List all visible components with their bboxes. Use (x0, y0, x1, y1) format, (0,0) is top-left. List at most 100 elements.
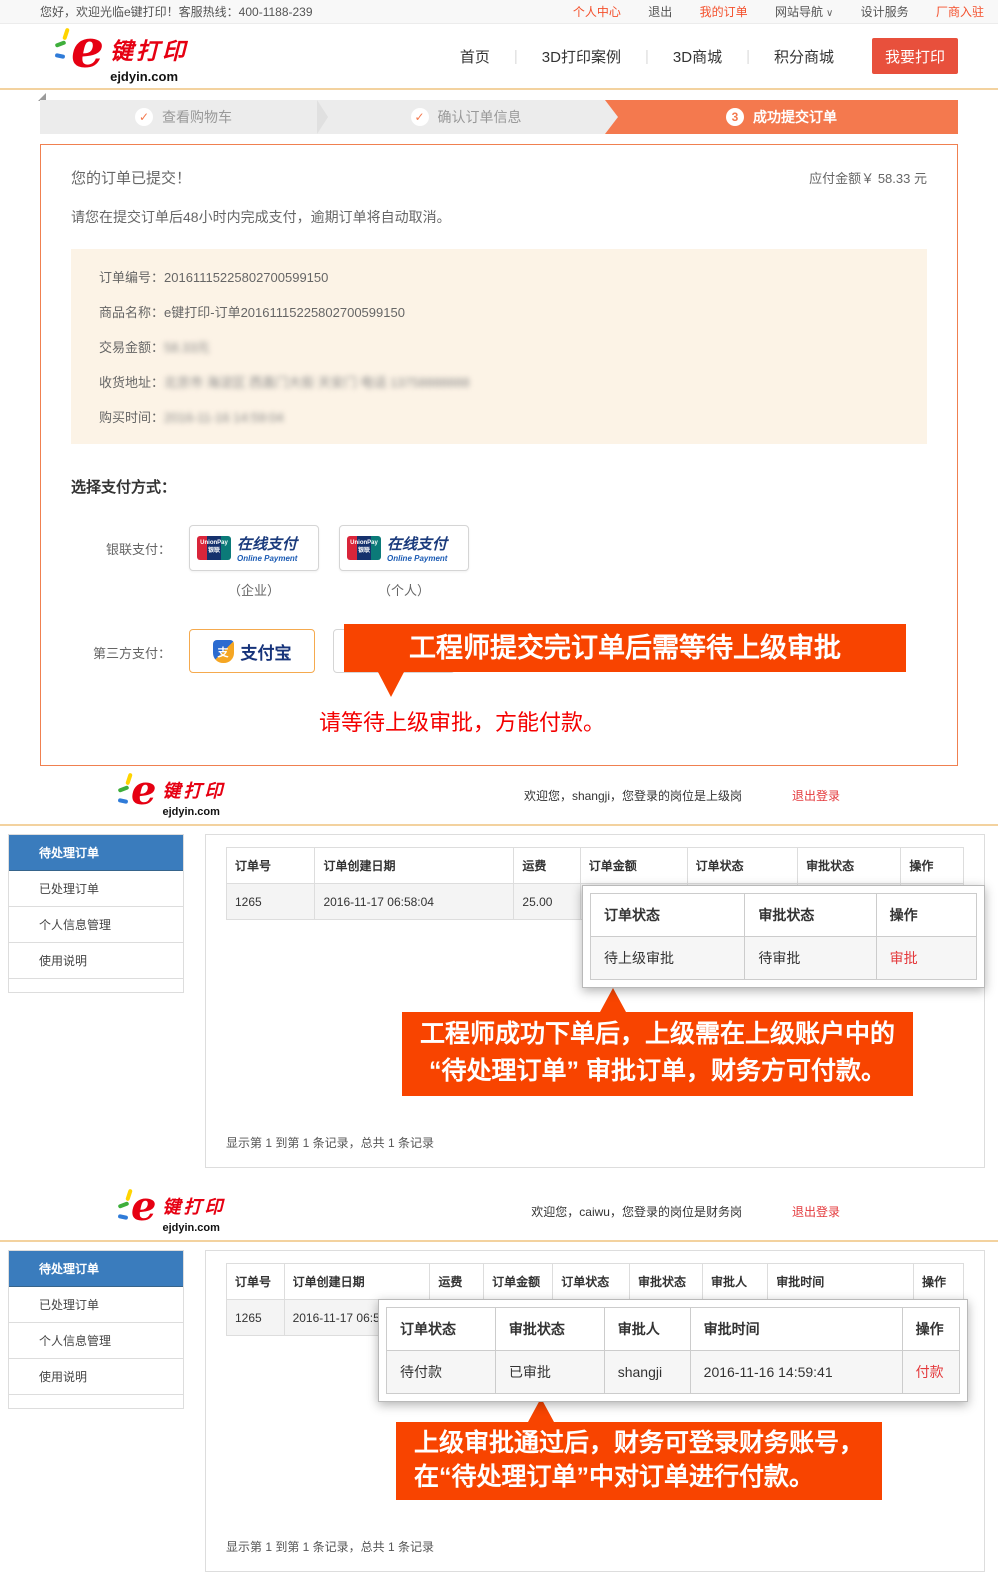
unionpay-personal-button[interactable]: UnionPay银联 在线支付 Online Payment (339, 525, 469, 571)
checkout-steps: ✓ 查看购物车 ✓ 确认订单信息 3 成功提交订单 (40, 100, 958, 134)
unionpay-personal-option: UnionPay银联 在线支付 Online Payment （个人） (339, 525, 469, 599)
unionpay-brand-cn: 银联 (197, 547, 231, 555)
link-my-orders[interactable]: 我的订单 (700, 5, 748, 19)
callout-line-1: 上级审批通过后，财务可登录财务账号， (414, 1426, 864, 1460)
payable-amount-unit: 元 (914, 171, 927, 186)
col-order-amount: 订单金额 (580, 848, 687, 884)
sidebar-item-empty (9, 1395, 183, 1409)
step-label: 成功提交订单 (753, 107, 837, 127)
nav-separator: | (746, 48, 750, 65)
thirdparty-row: 第三方支付： 支付宝 工程师提交完订单后需等待上级审批 (71, 629, 927, 673)
step-view-cart: ✓ 查看购物车 (40, 100, 327, 134)
alipay-shield-icon (213, 640, 234, 663)
popup-col-action: 操作 (876, 894, 976, 937)
unionpay-logo-icon: UnionPay银联 (197, 536, 231, 560)
col-approver: 审批人 (702, 1264, 767, 1300)
order-no-label: 订单编号： (99, 270, 164, 285)
logo-cn-text: 键打印 (162, 777, 225, 803)
unionpay-enterprise-button[interactable]: UnionPay银联 在线支付 Online Payment (189, 525, 319, 571)
alipay-name: 支付宝 (241, 639, 292, 664)
supervisor-welcome-text: 欢迎您，shangji，您登录的岗位是上级岗 (524, 787, 742, 804)
site-logo[interactable]: e 键打印 ejdyin.com (118, 1189, 225, 1234)
sidebar-item-pending-orders[interactable]: 待处理订单 (9, 1251, 183, 1287)
link-design-service[interactable]: 设计服务 (861, 5, 909, 19)
popup-col-approval-time: 审批时间 (690, 1308, 902, 1351)
finance-zoom-popup: 订单状态 审批状态 审批人 审批时间 操作 待付款 已审批 shangji 20… (378, 1299, 968, 1402)
cell-order-no: 1265 (227, 1300, 285, 1336)
finance-panel: e 键打印 ejdyin.com 欢迎您，caiwu，您登录的岗位是财务岗 退出… (0, 1182, 998, 1586)
link-vendor-join[interactable]: 厂商入驻 (936, 5, 984, 19)
popup-approve-link[interactable]: 审批 (876, 937, 976, 980)
link-personal-center[interactable]: 个人中心 (573, 5, 621, 19)
supervisor-panel: e 键打印 ejdyin.com 欢迎您，shangji，您登录的岗位是上级岗 … (0, 766, 998, 1182)
supervisor-logout-link[interactable]: 退出登录 (792, 787, 840, 804)
sidebar-item-processed-orders[interactable]: 已处理订单 (9, 1287, 183, 1323)
sidebar-item-pending-orders[interactable]: 待处理订单 (9, 835, 183, 871)
sidebar-item-personal-info[interactable]: 个人信息管理 (9, 907, 183, 943)
logo-e-glyph: e (131, 1189, 156, 1225)
logo-sparks-icon (118, 1189, 131, 1221)
finance-callout-banner: 上级审批通过后，财务可登录财务账号， 在“待处理订单”中对订单进行付款。 (396, 1422, 882, 1500)
col-created-date: 订单创建日期 (284, 1264, 430, 1300)
callout-line-2: “待处理订单” 审批订单，财务方可付款。 (420, 1053, 895, 1090)
popup-cell-approval-status: 待审批 (745, 937, 876, 980)
product-name-value: e键打印-订单20161115225802700599150 (164, 305, 405, 320)
nav-3d-mall[interactable]: 3D商城 (673, 46, 722, 67)
sidebar-item-processed-orders[interactable]: 已处理订单 (9, 871, 183, 907)
site-logo[interactable]: e 键打印 ejdyin.com (55, 28, 188, 84)
popup-pay-link[interactable]: 付款 (902, 1351, 959, 1394)
records-summary: 显示第 1 到第 1 条记录，总共 1 条记录 (226, 1134, 964, 1151)
logo-cn-text: 键打印 (162, 1193, 225, 1219)
popup-col-order-status: 订单状态 (387, 1308, 496, 1351)
finance-welcome-text: 欢迎您，caiwu，您登录的岗位是财务岗 (531, 1203, 742, 1220)
popup-col-approval-status: 审批状态 (745, 894, 876, 937)
unionpay-label: 银联支付： (71, 539, 171, 599)
logo-e-glyph: e (71, 28, 104, 72)
header-divider (0, 88, 998, 90)
approval-callout-banner: 工程师提交完订单后需等待上级审批 (344, 624, 906, 672)
nav-points-mall[interactable]: 积分商城 (774, 46, 834, 67)
unionpay-enterprise-option: UnionPay银联 在线支付 Online Payment （企业） (189, 525, 319, 599)
trade-amount-value-blurred: 58.33元 (164, 340, 210, 355)
cell-order-no: 1265 (227, 884, 315, 920)
link-logout[interactable]: 退出 (648, 5, 672, 19)
col-approval-status: 审批状态 (630, 1264, 703, 1300)
alipay-button[interactable]: 支付宝 (189, 629, 315, 673)
nav-3d-cases[interactable]: 3D打印案例 (542, 46, 621, 67)
col-approval-status: 审批状态 (798, 848, 901, 884)
unionpay-brand-en: UnionPay (197, 539, 231, 547)
thirdparty-label: 第三方支付： (71, 643, 171, 673)
sidebar-item-instructions[interactable]: 使用说明 (9, 1359, 183, 1395)
nav-home[interactable]: 首页 (460, 46, 490, 67)
trade-amount-label: 交易金额： (99, 340, 164, 355)
step-label: 确认订单信息 (438, 107, 522, 127)
col-order-status: 订单状态 (687, 848, 798, 884)
sidebar-item-personal-info[interactable]: 个人信息管理 (9, 1323, 183, 1359)
unionpay-brand-cn: 银联 (347, 547, 381, 555)
col-action: 操作 (901, 848, 964, 884)
finance-content: 订单号 订单创建日期 运费 订单金额 订单状态 审批状态 审批人 审批时间 操作… (205, 1250, 985, 1572)
buy-time-label: 购买时间： (99, 410, 164, 425)
callout-line-2: 在“待处理订单”中对订单进行付款。 (414, 1460, 864, 1494)
i-want-print-button[interactable]: 我要打印 (872, 38, 958, 74)
sidebar-item-instructions[interactable]: 使用说明 (9, 943, 183, 979)
link-site-nav[interactable]: 网站导航 (775, 5, 823, 19)
order-no-value: 20161115225802700599150 (164, 270, 328, 285)
payable-amount: 应付金额￥ 58.33 元 (809, 168, 927, 187)
supervisor-zoom-popup: 订单状态 审批状态 操作 待上级审批 待审批 审批 (582, 885, 985, 988)
col-order-no: 订单号 (227, 1264, 285, 1300)
site-header: e 键打印 ejdyin.com 首页 | 3D打印案例 | 3D商城 | 积分… (0, 24, 998, 88)
col-shipping-fee: 运费 (514, 848, 580, 884)
col-approval-time: 审批时间 (768, 1264, 914, 1300)
logo-domain-text: ejdyin.com (110, 69, 188, 84)
site-logo[interactable]: e 键打印 ejdyin.com (118, 773, 225, 818)
step-confirm-order: ✓ 确认订单信息 (327, 100, 605, 134)
unionpay-online-pay-en: Online Payment (237, 554, 297, 563)
finance-logout-link[interactable]: 退出登录 (792, 1203, 840, 1220)
welcome-hotline-text: 您好，欢迎光临e键打印！客服热线：400-1188-239 (40, 3, 313, 20)
order-info-box: 订单编号：20161115225802700599150 商品名称：e键打印-订… (71, 249, 927, 444)
check-icon: ✓ (411, 108, 429, 126)
unionpay-brand-en: UnionPay (347, 539, 381, 547)
finance-sidebar: 待处理订单 已处理订单 个人信息管理 使用说明 (8, 1250, 184, 1409)
ship-address-value-blurred: 北京市 海淀区 西直门大街 天安门 电话 13758888888 (164, 375, 470, 390)
